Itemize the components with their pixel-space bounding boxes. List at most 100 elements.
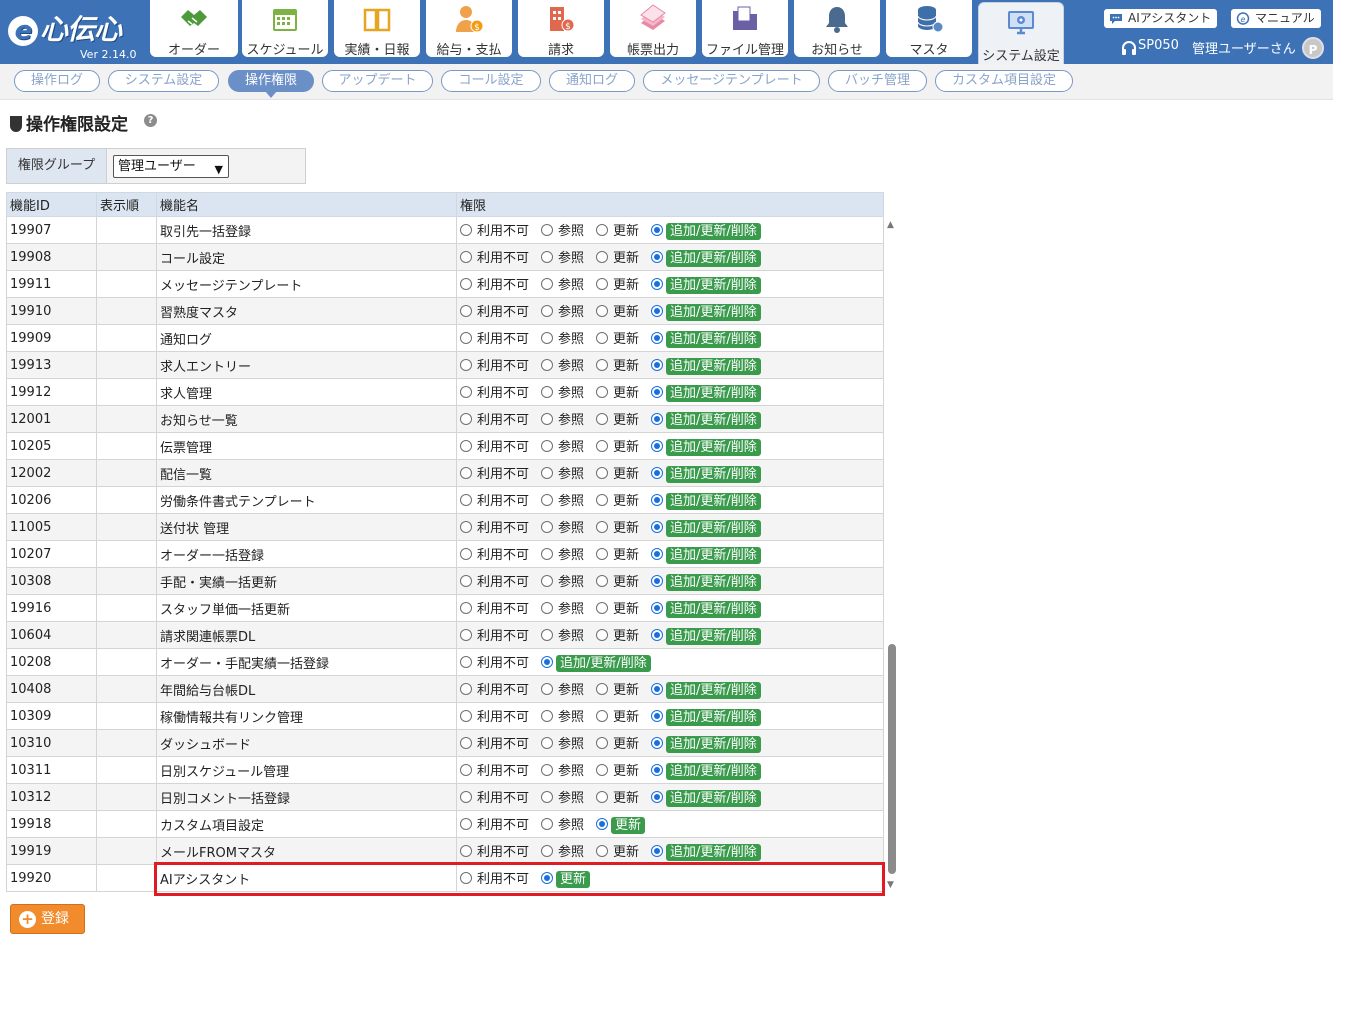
- subnav-call-settings[interactable]: コール設定: [441, 70, 541, 92]
- manual-button[interactable]: e マニュアル: [1231, 9, 1321, 28]
- permission-option-view[interactable]: 参照: [541, 679, 584, 698]
- register-button[interactable]: + 登録: [10, 904, 85, 934]
- radio-button[interactable]: [460, 683, 472, 695]
- radio-button[interactable]: [651, 386, 664, 398]
- radio-button[interactable]: [541, 548, 554, 560]
- permission-option-update[interactable]: 更新: [596, 382, 639, 401]
- permission-option-full[interactable]: 追加/更新/削除: [651, 358, 761, 375]
- permission-option-full[interactable]: 追加/更新/削除: [651, 790, 761, 807]
- radio-button[interactable]: [541, 845, 554, 857]
- permission-option-update[interactable]: 更新: [596, 598, 639, 617]
- nav-tab-master[interactable]: マスタ: [886, 0, 972, 58]
- radio-button[interactable]: [651, 791, 664, 803]
- nav-tab-order[interactable]: オーダー: [150, 0, 238, 58]
- subnav-system-settings[interactable]: システム設定: [108, 70, 219, 92]
- permission-option-view[interactable]: 参照: [541, 760, 584, 779]
- radio-button[interactable]: [541, 467, 554, 479]
- permission-option-view[interactable]: 参照: [541, 274, 584, 293]
- radio-button[interactable]: [460, 791, 472, 803]
- radio-button[interactable]: [651, 548, 664, 560]
- radio-button[interactable]: [596, 521, 609, 533]
- permission-option-none[interactable]: 利用不可: [460, 274, 529, 293]
- radio-button[interactable]: [651, 710, 664, 722]
- permission-option-full[interactable]: 追加/更新/削除: [651, 466, 761, 483]
- permission-option-none[interactable]: 利用不可: [460, 328, 529, 347]
- radio-button[interactable]: [541, 629, 554, 641]
- radio-button[interactable]: [460, 764, 472, 776]
- permission-option-update[interactable]: 更新: [541, 871, 591, 888]
- permission-option-full[interactable]: 追加/更新/削除: [651, 763, 761, 780]
- radio-button[interactable]: [651, 332, 664, 344]
- scroll-up-icon[interactable]: ▲: [887, 220, 894, 230]
- radio-button[interactable]: [460, 224, 472, 236]
- radio-button[interactable]: [541, 602, 554, 614]
- radio-button[interactable]: [541, 413, 554, 425]
- permission-option-update[interactable]: 更新: [596, 274, 639, 293]
- radio-button[interactable]: [541, 683, 554, 695]
- radio-button[interactable]: [541, 818, 554, 830]
- radio-button[interactable]: [460, 818, 472, 830]
- radio-button[interactable]: [541, 494, 554, 506]
- permission-option-view[interactable]: 参照: [541, 247, 584, 266]
- permission-option-view[interactable]: 参照: [541, 787, 584, 806]
- permission-option-full[interactable]: 追加/更新/削除: [651, 412, 761, 429]
- radio-button[interactable]: [460, 494, 472, 506]
- radio-button[interactable]: [541, 764, 554, 776]
- permission-option-view[interactable]: 参照: [541, 571, 584, 590]
- radio-button[interactable]: [651, 224, 664, 236]
- permission-option-view[interactable]: 参照: [541, 517, 584, 536]
- permission-option-full[interactable]: 追加/更新/削除: [651, 250, 761, 267]
- permission-option-full[interactable]: 追加/更新/削除: [651, 547, 761, 564]
- app-logo[interactable]: e 心伝心 Ver 2.14.0: [4, 4, 144, 61]
- radio-button[interactable]: [541, 737, 554, 749]
- permission-option-full[interactable]: 追加/更新/削除: [651, 601, 761, 618]
- permission-option-none[interactable]: 利用不可: [460, 247, 529, 266]
- radio-button[interactable]: [541, 440, 554, 452]
- permission-option-full[interactable]: 追加/更新/削除: [651, 493, 761, 510]
- permission-option-view[interactable]: 参照: [541, 355, 584, 374]
- permission-option-full[interactable]: 追加/更新/削除: [651, 628, 761, 645]
- permission-option-update[interactable]: 更新: [596, 787, 639, 806]
- radio-button[interactable]: [541, 656, 554, 668]
- permission-option-full[interactable]: 追加/更新/削除: [651, 709, 761, 726]
- radio-button[interactable]: [651, 278, 664, 290]
- permission-option-view[interactable]: 参照: [541, 382, 584, 401]
- permission-option-update[interactable]: 更新: [596, 436, 639, 455]
- permission-option-update[interactable]: 更新: [596, 817, 646, 834]
- permission-option-none[interactable]: 利用不可: [460, 760, 529, 779]
- subnav-message-template[interactable]: メッセージテンプレート: [643, 70, 820, 92]
- permission-option-update[interactable]: 更新: [596, 571, 639, 590]
- permission-option-none[interactable]: 利用不可: [460, 355, 529, 374]
- permission-option-full[interactable]: 追加/更新/削除: [651, 223, 761, 240]
- table-scrollbar[interactable]: ▲ ▼: [885, 218, 899, 890]
- permission-option-view[interactable]: 参照: [541, 409, 584, 428]
- nav-tab-system-settings[interactable]: システム設定: [978, 2, 1064, 66]
- help-icon[interactable]: ?: [144, 114, 157, 127]
- nav-tab-results[interactable]: 実績・日報: [334, 0, 420, 58]
- radio-button[interactable]: [460, 710, 472, 722]
- permission-option-none[interactable]: 利用不可: [460, 625, 529, 644]
- permission-option-none[interactable]: 利用不可: [460, 841, 529, 860]
- permission-option-none[interactable]: 利用不可: [460, 409, 529, 428]
- radio-button[interactable]: [596, 251, 609, 263]
- permission-option-view[interactable]: 参照: [541, 490, 584, 509]
- permission-option-view[interactable]: 参照: [541, 544, 584, 563]
- radio-button[interactable]: [541, 359, 554, 371]
- permission-option-none[interactable]: 利用不可: [460, 706, 529, 725]
- nav-tab-schedule[interactable]: スケジュール: [242, 0, 328, 58]
- radio-button[interactable]: [460, 872, 472, 884]
- radio-button[interactable]: [596, 575, 609, 587]
- permission-option-full[interactable]: 追加/更新/削除: [651, 304, 761, 321]
- permission-option-full[interactable]: 追加/更新/削除: [651, 574, 761, 591]
- permission-option-update[interactable]: 更新: [596, 409, 639, 428]
- radio-button[interactable]: [651, 305, 664, 317]
- radio-button[interactable]: [596, 737, 609, 749]
- radio-button[interactable]: [651, 845, 664, 857]
- subnav-update[interactable]: アップデート: [322, 70, 433, 92]
- radio-button[interactable]: [541, 386, 554, 398]
- permission-option-update[interactable]: 更新: [596, 490, 639, 509]
- permission-option-view[interactable]: 参照: [541, 463, 584, 482]
- radio-button[interactable]: [460, 629, 472, 641]
- radio-button[interactable]: [460, 413, 472, 425]
- radio-button[interactable]: [460, 278, 472, 290]
